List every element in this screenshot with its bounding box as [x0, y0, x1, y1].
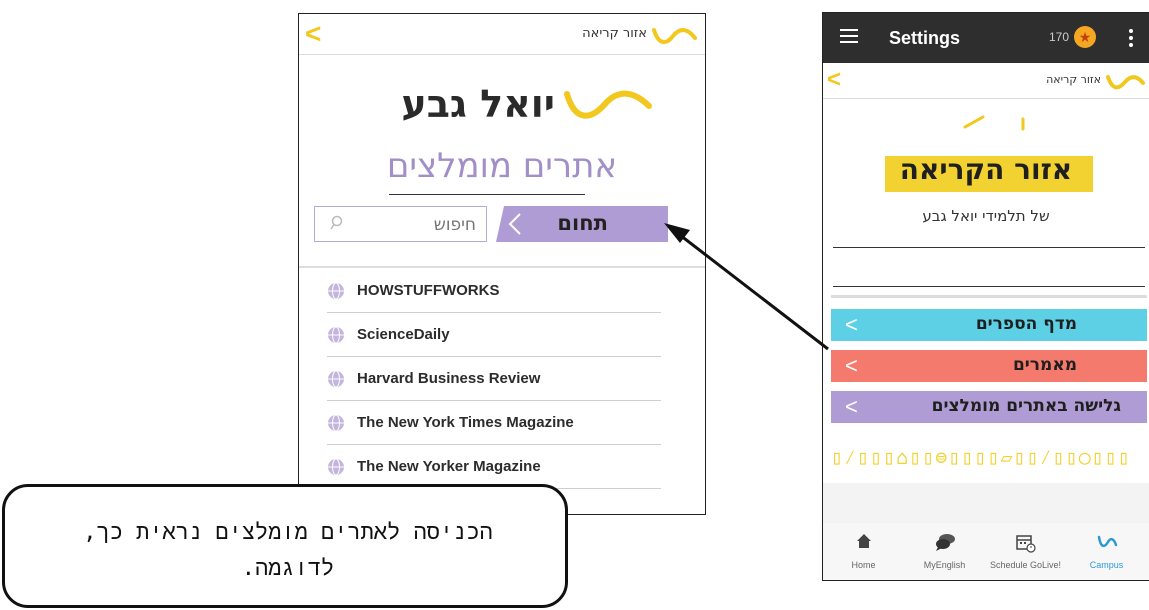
callout-text: הכניסה לאתרים מומלצים נראית כך, לדוגמה.	[83, 520, 493, 581]
callout-box: הכניסה לאתרים מומלצים נראית כך, לדוגמה.	[2, 484, 568, 608]
